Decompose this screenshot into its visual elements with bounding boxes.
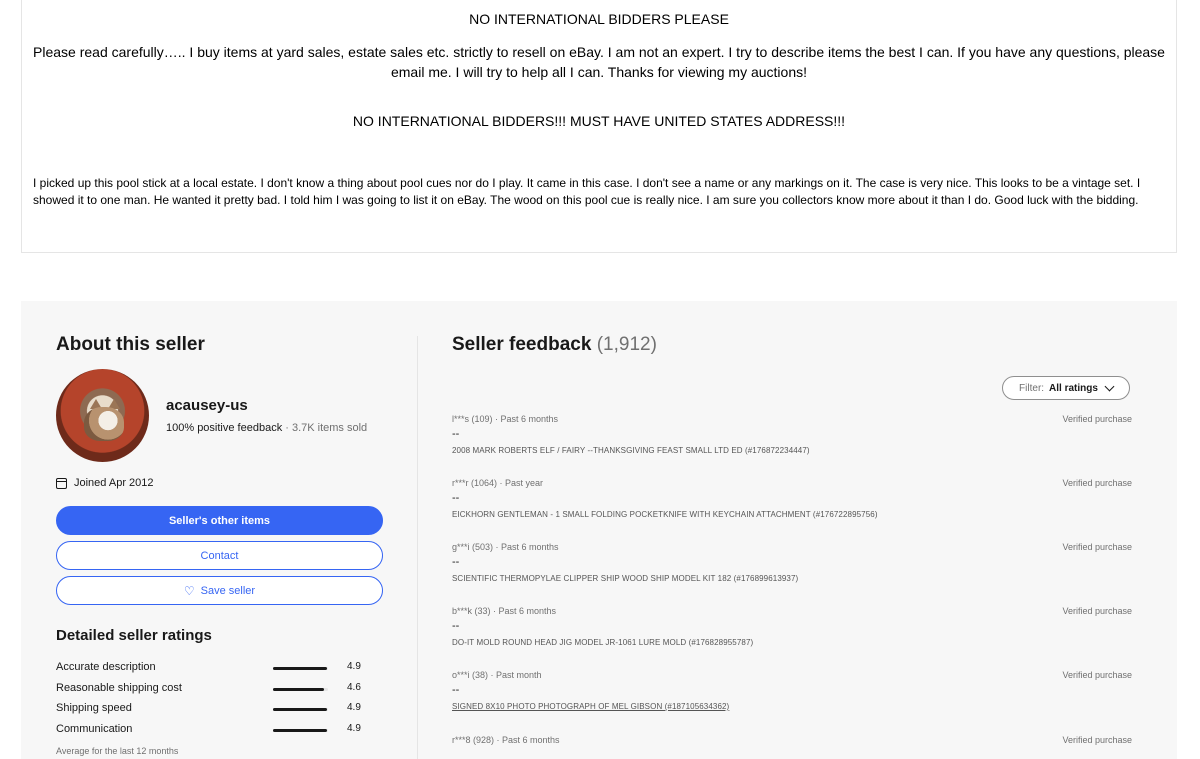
about-seller-title: About this seller <box>56 334 205 355</box>
seller-avatar[interactable] <box>56 369 149 462</box>
sellers-other-items-button[interactable]: Seller's other items <box>56 506 383 535</box>
save-seller-label: Save seller <box>200 584 256 597</box>
ratings-filter-button[interactable]: Filter: All ratings <box>1002 376 1130 400</box>
seller-stats: 100% positive feedback · 3.7K items sold <box>166 422 367 434</box>
rating-fill <box>273 729 327 732</box>
description-warning: NO INTERNATIONAL BIDDERS!!! MUST HAVE UN… <box>352 113 846 129</box>
rating-value: 4.9 <box>347 661 361 672</box>
joined-text: Joined Apr 2012 <box>74 477 154 489</box>
feedback-comment: -- <box>452 620 460 632</box>
feedback-user: b***k (33) · Past 6 months <box>452 606 557 616</box>
section-divider <box>417 336 418 759</box>
feedback-user: o***i (38) · Past month <box>452 670 542 680</box>
rating-value: 4.9 <box>347 723 361 734</box>
feedback-comment: -- <box>452 684 460 696</box>
seller-section: About this seller acausey-us 100% positi… <box>21 301 1177 759</box>
rating-label: Reasonable shipping cost <box>56 682 182 694</box>
verified-purchase: Verified purchase <box>1062 670 1132 680</box>
feedback-comment: -- <box>452 428 460 440</box>
verified-purchase: Verified purchase <box>1062 478 1132 488</box>
items-sold: 3.7K items sold <box>291 422 368 434</box>
rating-bar <box>273 708 328 711</box>
rating-row: Communication 4.9 <box>56 723 376 739</box>
rating-value: 4.6 <box>347 682 361 693</box>
feedback-comment: -- <box>452 492 460 504</box>
rating-fill <box>273 688 324 691</box>
calendar-icon <box>56 477 67 489</box>
feedback-item: l***s (109) · Past 6 months Verified pur… <box>452 414 1132 474</box>
rating-row: Accurate description 4.9 <box>56 661 376 677</box>
rating-label: Shipping speed <box>56 702 132 714</box>
contact-button[interactable]: Contact <box>56 541 383 570</box>
feedback-item: g***i (503) · Past 6 months Verified pur… <box>452 542 1132 602</box>
sellers-other-items-label: Seller's other items <box>168 514 271 527</box>
verified-purchase: Verified purchase <box>1062 414 1132 424</box>
detailed-ratings-title: Detailed seller ratings <box>56 627 212 644</box>
seller-name[interactable]: acausey-us <box>166 397 248 414</box>
ratings-note: Average for the last 12 months <box>56 746 179 756</box>
verified-purchase: Verified purchase <box>1062 542 1132 552</box>
feedback-comment: -- <box>452 556 460 568</box>
description-body: I picked up this pool stick at a local e… <box>33 176 1141 207</box>
verified-purchase: Verified purchase <box>1062 735 1132 745</box>
save-seller-button[interactable]: ♡ Save seller <box>56 576 383 605</box>
rating-bar <box>273 667 328 670</box>
rating-row: Shipping speed 4.9 <box>56 702 376 718</box>
filter-value: All ratings <box>1049 382 1098 394</box>
feedback-user: l***s (109) · Past 6 months <box>452 414 559 424</box>
description-intro: Please read carefully….. I buy items at … <box>33 44 1165 80</box>
feedback-item: b***k (33) · Past 6 months Verified purc… <box>452 606 1132 666</box>
rating-bar <box>273 729 328 732</box>
feedback-item: r***8 (928) · Past 6 months Verified pur… <box>452 735 1132 759</box>
rating-fill <box>273 708 327 711</box>
cat-photo <box>84 407 124 441</box>
feedback-item: o***i (38) · Past month Verified purchas… <box>452 670 1132 730</box>
feedback-product: SCIENTIFIC THERMOPYLAE CLIPPER SHIP WOOD… <box>452 574 799 583</box>
chevron-down-icon <box>1104 381 1115 391</box>
feedback-user: r***r (1064) · Past year <box>452 478 544 488</box>
feedback-count: (1,912) <box>596 334 657 355</box>
rating-fill <box>273 667 327 670</box>
contact-label: Contact <box>200 549 239 562</box>
feedback-product: DO-IT MOLD ROUND HEAD JIG MODEL JR-1061 … <box>452 638 754 647</box>
description-heading: NO INTERNATIONAL BIDDERS PLEASE <box>469 11 729 27</box>
rating-label: Accurate description <box>56 661 156 673</box>
verified-purchase: Verified purchase <box>1062 606 1132 616</box>
seller-feedback-title: Seller feedback (1,912) <box>452 334 657 356</box>
feedback-user: g***i (503) · Past 6 months <box>452 542 559 552</box>
feedback-product-link[interactable]: SIGNED 8X10 PHOTO PHOTOGRAPH OF MEL GIBS… <box>452 702 729 711</box>
rating-label: Communication <box>56 723 133 735</box>
feedback-product: EICKHORN GENTLEMAN - 1 SMALL FOLDING POC… <box>452 510 878 519</box>
feedback-user: r***8 (928) · Past 6 months <box>452 735 560 745</box>
heart-icon: ♡ <box>183 583 195 598</box>
rating-row: Reasonable shipping cost 4.6 <box>56 682 376 698</box>
feedback-item: r***r (1064) · Past year Verified purcha… <box>452 478 1132 538</box>
stats-separator: · <box>282 422 292 434</box>
positive-feedback: 100% positive feedback <box>166 422 283 434</box>
feedback-product: 2008 MARK ROBERTS ELF / FAIRY --THANKSGI… <box>452 446 810 455</box>
rating-value: 4.9 <box>347 702 361 713</box>
feedback-title-text: Seller feedback <box>452 334 592 355</box>
item-description: NO INTERNATIONAL BIDDERS PLEASE Please r… <box>21 0 1177 253</box>
rating-bar <box>273 688 328 691</box>
joined-date: Joined Apr 2012 <box>56 477 154 489</box>
filter-label: Filter: <box>1019 382 1045 394</box>
